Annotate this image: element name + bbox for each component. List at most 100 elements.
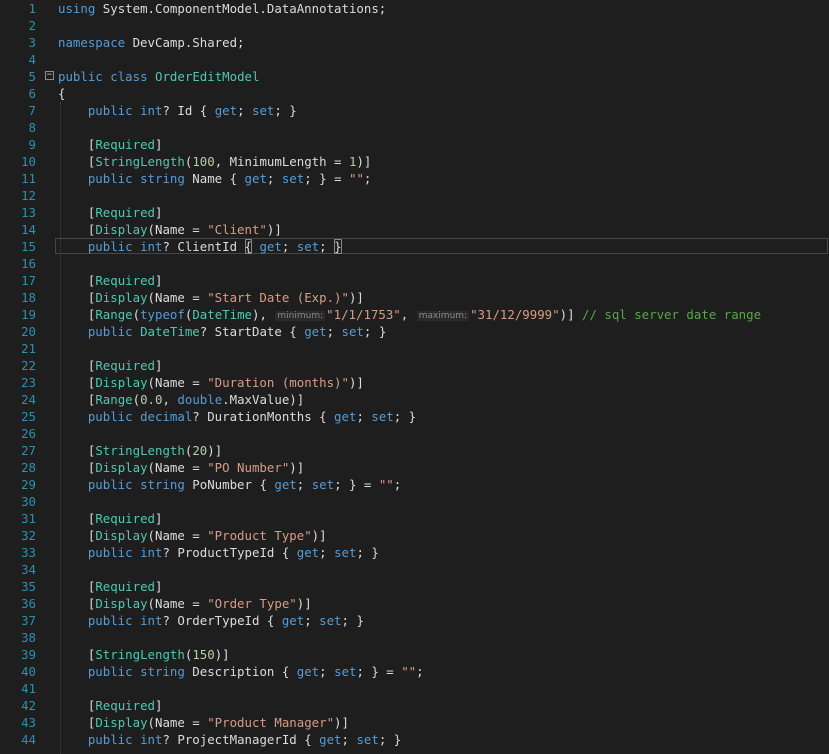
code-line[interactable]: 32 [Display(Name = "Product Type")] — [0, 527, 829, 544]
code-line[interactable]: 20 public DateTime? StartDate { get; set… — [0, 323, 829, 340]
code-line[interactable]: 21 — [0, 340, 829, 357]
code-line[interactable]: 25 public decimal? DurationMonths { get;… — [0, 408, 829, 425]
code-line[interactable]: 35 [Required] — [0, 578, 829, 595]
code-token: ; } — [274, 103, 297, 118]
code-token: Required — [95, 579, 155, 594]
code-token: , — [162, 392, 178, 407]
line-number: 8 — [28, 120, 36, 135]
code-text: public string PoNumber { get; set; } = "… — [58, 476, 401, 493]
line-number: 20 — [21, 324, 36, 339]
code-token: Range — [95, 392, 133, 407]
code-line[interactable]: 39 [StringLength(150)] — [0, 646, 829, 663]
code-text: [Required] — [58, 136, 163, 153]
line-number: 27 — [21, 443, 36, 458]
code-line[interactable]: 5− public class OrderEditModel — [0, 68, 829, 85]
code-token: ? OrderTypeId { — [162, 613, 282, 628]
code-line[interactable]: 18 [Display(Name = "Start Date (Exp.)")] — [0, 289, 829, 306]
collapse-region-icon[interactable]: − — [45, 71, 54, 80]
code-line[interactable]: 15 public int? ClientId { get; set; } — [0, 238, 829, 255]
code-token: "" — [401, 664, 417, 679]
code-token: ; } — [363, 324, 387, 339]
code-line[interactable]: 30 — [0, 493, 829, 510]
code-line[interactable]: 17 [Required] — [0, 272, 829, 289]
code-line[interactable]: 9 [Required] — [0, 136, 829, 153]
code-area[interactable]: 1 using System.ComponentModel.DataAnnotat… — [0, 0, 829, 754]
code-line[interactable]: 36 [Display(Name = "Order Type")] — [0, 595, 829, 612]
code-line[interactable]: 14 [Display(Name = "Client")] — [0, 221, 829, 238]
code-token: )] — [348, 290, 364, 305]
code-token: , — [400, 307, 416, 322]
line-number: 14 — [21, 222, 36, 237]
code-token: [ — [58, 154, 96, 169]
code-token: Required — [95, 137, 155, 152]
code-token: [ — [58, 137, 96, 152]
code-line[interactable]: 31 [Required] — [0, 510, 829, 527]
line-number: 18 — [21, 290, 36, 305]
line-number: 11 — [21, 171, 36, 186]
code-line[interactable]: 3 namespace DevCamp.Shared; — [0, 34, 829, 51]
line-number: 44 — [21, 732, 36, 747]
code-line[interactable]: 6{ — [0, 85, 829, 102]
code-text: namespace DevCamp.Shared; — [58, 34, 245, 51]
code-line[interactable]: 37 public int? OrderTypeId { get; set; } — [0, 612, 829, 629]
code-line[interactable]: 27 [StringLength(20)] — [0, 442, 829, 459]
code-token: (Name = — [147, 290, 208, 305]
code-line[interactable]: 11 public string Name { get; set; } = ""… — [0, 170, 829, 187]
code-token: Required — [95, 511, 155, 526]
code-line[interactable]: 26 — [0, 425, 829, 442]
code-token: Name { — [184, 171, 245, 186]
code-token: , MinimumLength = — [214, 154, 349, 169]
code-token: (Name = — [147, 528, 208, 543]
code-text: [Required] — [58, 357, 163, 374]
line-number: 6 — [28, 86, 36, 101]
code-line[interactable]: 43 [Display(Name = "Product Manager")] — [0, 714, 829, 731]
code-line[interactable]: 1 using System.ComponentModel.DataAnnotat… — [0, 0, 829, 17]
code-line[interactable]: 29 public string PoNumber { get; set; } … — [0, 476, 829, 493]
code-line[interactable]: 44 public int? ProjectManagerId { get; s… — [0, 731, 829, 748]
code-token: "Client" — [207, 222, 267, 237]
code-token: ] — [155, 137, 163, 152]
code-line[interactable]: 40 public string Description { get; set;… — [0, 663, 829, 680]
code-line[interactable]: 2 — [0, 17, 829, 34]
code-line[interactable]: 22 [Required] — [0, 357, 829, 374]
code-editor[interactable]: 1 using System.ComponentModel.DataAnnotat… — [0, 0, 829, 754]
code-line[interactable]: 10 [StringLength(100, MinimumLength = 1)… — [0, 153, 829, 170]
code-line[interactable]: 38 — [0, 629, 829, 646]
code-line[interactable]: 16 — [0, 255, 829, 272]
code-token: Required — [95, 358, 155, 373]
code-line[interactable]: 24 [Range(0.0, double.MaxValue)] — [0, 391, 829, 408]
line-number: 3 — [28, 35, 36, 50]
code-line[interactable]: 19 [Range(typeof(DateTime), minimum: "1/1… — [0, 306, 829, 323]
code-text: using System.ComponentModel.DataAnnotati… — [58, 0, 386, 17]
code-line[interactable]: 34 — [0, 561, 829, 578]
code-token: Display — [95, 375, 148, 390]
code-line[interactable]: 42 [Required] — [0, 697, 829, 714]
code-token: ; } — [341, 613, 364, 628]
line-number: 1 — [28, 1, 36, 16]
code-token: ; — [416, 664, 424, 679]
code-token: ; — [319, 664, 335, 679]
code-line[interactable]: 13 [Required] — [0, 204, 829, 221]
code-token: "Product Manager" — [207, 715, 335, 730]
code-line[interactable]: 41 — [0, 680, 829, 697]
code-line[interactable]: 4 — [0, 51, 829, 68]
code-line[interactable]: 23 [Display(Name = "Duration (months)")] — [0, 374, 829, 391]
brace-match-highlight: } — [334, 239, 342, 254]
code-token: DevCamp.Shared; — [125, 35, 245, 50]
code-line[interactable]: 28 [Display(Name = "PO Number")] — [0, 459, 829, 476]
code-token: ; } = — [304, 171, 349, 186]
code-line[interactable]: 12 — [0, 187, 829, 204]
code-line[interactable]: 33 public int? ProductTypeId { get; set;… — [0, 544, 829, 561]
code-token: (Name = — [147, 222, 208, 237]
code-token: [ — [58, 273, 96, 288]
code-line[interactable]: 7 public int? Id { get; set; } — [0, 102, 829, 119]
code-token: string — [140, 477, 185, 492]
code-line[interactable]: 8 — [0, 119, 829, 136]
code-token: ? ClientId — [162, 239, 245, 254]
